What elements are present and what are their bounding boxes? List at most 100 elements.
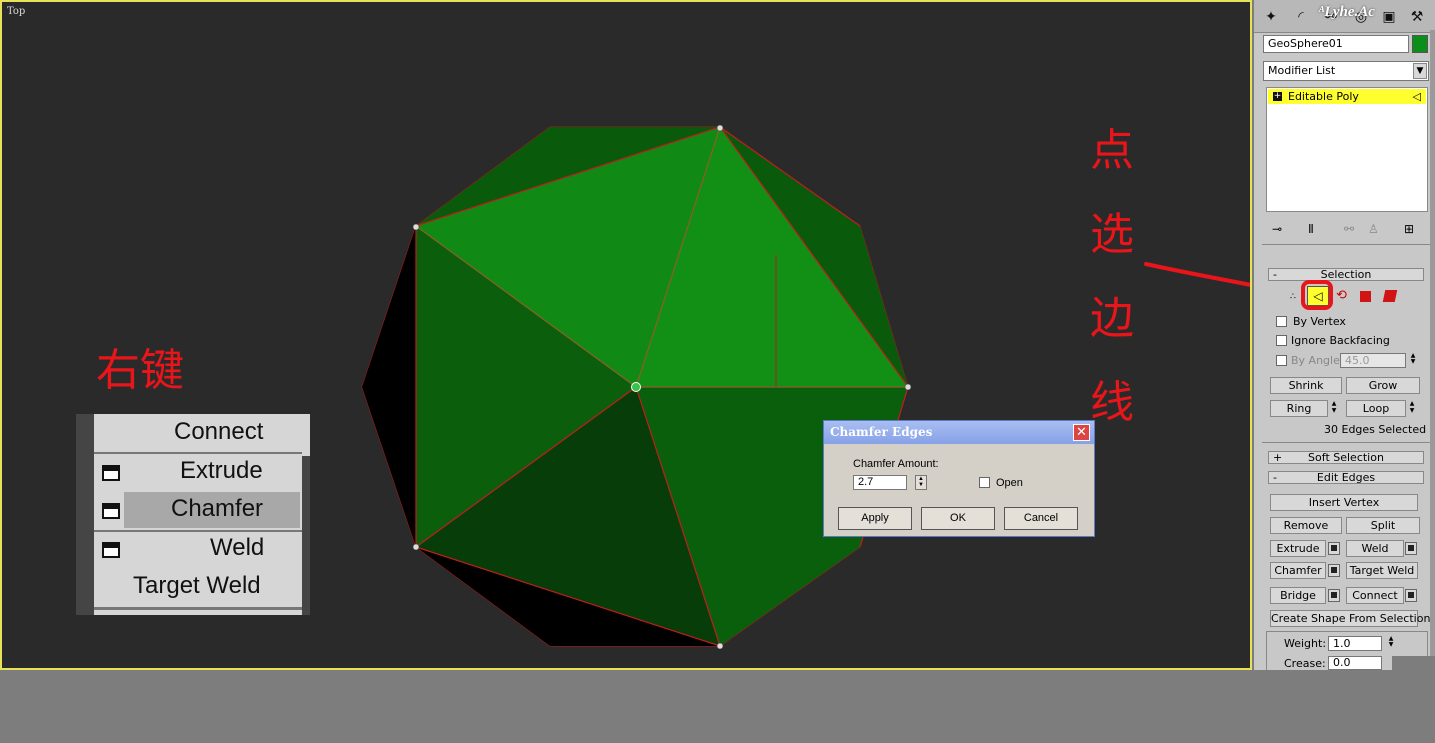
split-button[interactable]: Split [1346, 517, 1420, 534]
remove-modifier-icon[interactable]: ♙ [1368, 222, 1379, 236]
polygon-mode-icon[interactable] [1360, 291, 1371, 302]
menu-item-label: Target Weld [133, 572, 261, 599]
rollout-title: Selection [1320, 268, 1372, 281]
by-vertex-checkbox[interactable] [1276, 316, 1287, 327]
open-checkbox[interactable] [979, 477, 990, 488]
by-angle-checkbox[interactable] [1276, 355, 1287, 366]
weight-spinner[interactable]: ▲ ▼ [1386, 636, 1396, 651]
rollout-title: Soft Selection [1308, 451, 1384, 464]
rollout-title: Edit Edges [1316, 471, 1376, 484]
collapse-minus-icon: - [1273, 471, 1277, 484]
extrude-button[interactable]: Extrude [1270, 540, 1326, 557]
rollout-soft-selection[interactable]: + Soft Selection [1268, 451, 1424, 464]
modifier-list-dropdown[interactable]: Modifier List [1263, 61, 1429, 81]
menu-item-label: Extrude [180, 457, 263, 484]
menu-item-label: Chamfer [171, 495, 264, 522]
border-mode-icon[interactable]: ⟲ [1336, 288, 1347, 303]
configure-sets-icon[interactable]: ⊞ [1404, 222, 1414, 236]
stack-item-editable-poly[interactable]: + Editable Poly ◁ [1268, 89, 1426, 104]
connect-button[interactable]: Connect [1346, 587, 1404, 604]
by-angle-label: By Angle: [1291, 354, 1344, 367]
utilities-tab-icon[interactable]: ⚒ [1404, 4, 1430, 28]
selection-status: 30 Edges Selected [1324, 423, 1427, 436]
chamfer-amount-spinner[interactable]: ▲ ▼ [915, 475, 927, 490]
bottom-strip [0, 670, 1435, 743]
rollout-selection[interactable]: - Selection [1268, 268, 1424, 281]
annotation-char: 边 [1090, 293, 1134, 344]
vertex-mode-icon[interactable]: ∴ [1290, 292, 1296, 302]
create-shape-button[interactable]: Create Shape From Selection [1270, 610, 1430, 627]
weight-label: Weight: [1284, 637, 1327, 650]
annotation-char: 选 [1090, 209, 1134, 260]
loop-button[interactable]: Loop [1346, 400, 1406, 417]
annotation-arrow [1144, 262, 1250, 287]
divider [1262, 442, 1430, 443]
apply-button[interactable]: Apply [838, 507, 912, 530]
bridge-settings-icon[interactable] [1328, 589, 1340, 602]
show-end-result-icon[interactable]: Ⅱ [1308, 222, 1314, 236]
extrude-settings-icon[interactable] [1328, 542, 1340, 555]
panel-scrollbar[interactable] [1430, 30, 1435, 670]
settings-box-icon[interactable] [102, 542, 120, 558]
ignore-backfacing-label: Ignore Backfacing [1291, 334, 1390, 347]
bridge-button[interactable]: Bridge [1270, 587, 1326, 604]
mesh-vertex[interactable] [904, 383, 912, 391]
modifier-stack[interactable]: + Editable Poly ◁ [1266, 87, 1428, 212]
make-unique-icon[interactable]: ⚯ [1344, 222, 1354, 236]
mesh-vertex-center[interactable] [631, 382, 641, 392]
weld-button[interactable]: Weld [1346, 540, 1404, 557]
stack-item-label: Editable Poly [1288, 90, 1359, 103]
target-weld-button[interactable]: Target Weld [1346, 562, 1418, 579]
pin-stack-icon[interactable]: ⊸ [1272, 222, 1282, 236]
ring-button[interactable]: Ring [1270, 400, 1328, 417]
weight-input[interactable]: 1.0 [1328, 636, 1382, 651]
highlight-circle [1301, 280, 1333, 310]
connect-settings-icon[interactable] [1405, 589, 1417, 602]
ok-button[interactable]: OK [921, 507, 995, 530]
weld-settings-icon[interactable] [1405, 542, 1417, 555]
loop-spinner[interactable]: ▲ ▼ [1407, 400, 1417, 417]
angle-spinner[interactable]: ▲ ▼ [1408, 353, 1418, 368]
by-angle-input[interactable]: 45.0 [1340, 353, 1406, 368]
element-mode-icon[interactable] [1382, 290, 1398, 302]
watermark-logo: ᴬLyhe.Ac [1318, 4, 1375, 20]
modify-tab-icon[interactable]: ◜ [1288, 4, 1314, 28]
create-tab-icon[interactable]: ✦ [1258, 4, 1284, 28]
chamfer-button[interactable]: Chamfer [1270, 562, 1326, 579]
mesh-vertex[interactable] [716, 642, 724, 650]
divider [1262, 244, 1430, 245]
remove-button[interactable]: Remove [1270, 517, 1342, 534]
mesh-vertex[interactable] [716, 124, 724, 132]
menu-item-label: Connect [174, 418, 264, 445]
chevron-down-icon[interactable]: ▼ [1413, 63, 1427, 79]
chamfer-settings-icon[interactable] [1328, 564, 1340, 577]
chamfer-amount-label: Chamfer Amount: [853, 458, 939, 470]
by-vertex-label: By Vertex [1293, 315, 1346, 328]
object-name-input[interactable]: GeoSphere01 [1263, 35, 1409, 53]
bottom-right-block [1392, 656, 1435, 671]
dialog-title: Chamfer Edges [824, 421, 1094, 444]
chamfer-amount-input[interactable]: 2.7 [853, 475, 907, 490]
expand-plus-icon[interactable]: + [1273, 92, 1282, 101]
settings-box-icon[interactable] [102, 503, 120, 519]
ring-spinner[interactable]: ▲ ▼ [1329, 400, 1339, 417]
menu-divider [94, 452, 302, 454]
mesh-face [362, 226, 416, 547]
ignore-backfacing-checkbox[interactable] [1276, 335, 1287, 346]
annotation-right-click: 右键 [96, 345, 184, 396]
settings-box-icon[interactable] [102, 465, 120, 481]
close-icon[interactable]: ✕ [1073, 424, 1090, 441]
cancel-button[interactable]: Cancel [1004, 507, 1078, 530]
insert-vertex-button[interactable]: Insert Vertex [1270, 494, 1418, 511]
rollout-edit-edges[interactable]: - Edit Edges [1268, 471, 1424, 484]
expand-plus-icon: + [1273, 451, 1283, 464]
display-tab-icon[interactable]: ▣ [1376, 4, 1402, 28]
grow-button[interactable]: Grow [1346, 377, 1420, 394]
chamfer-edges-dialog: Chamfer Edges ✕ Chamfer Amount: 2.7 ▲ ▼ O… [823, 420, 1095, 537]
crease-input[interactable]: 0.0 [1328, 656, 1382, 670]
object-color-swatch[interactable] [1412, 35, 1428, 53]
shrink-button[interactable]: Shrink [1270, 377, 1342, 394]
mesh-vertex[interactable] [412, 223, 420, 231]
menu-divider [94, 607, 302, 610]
mesh-vertex[interactable] [412, 543, 420, 551]
